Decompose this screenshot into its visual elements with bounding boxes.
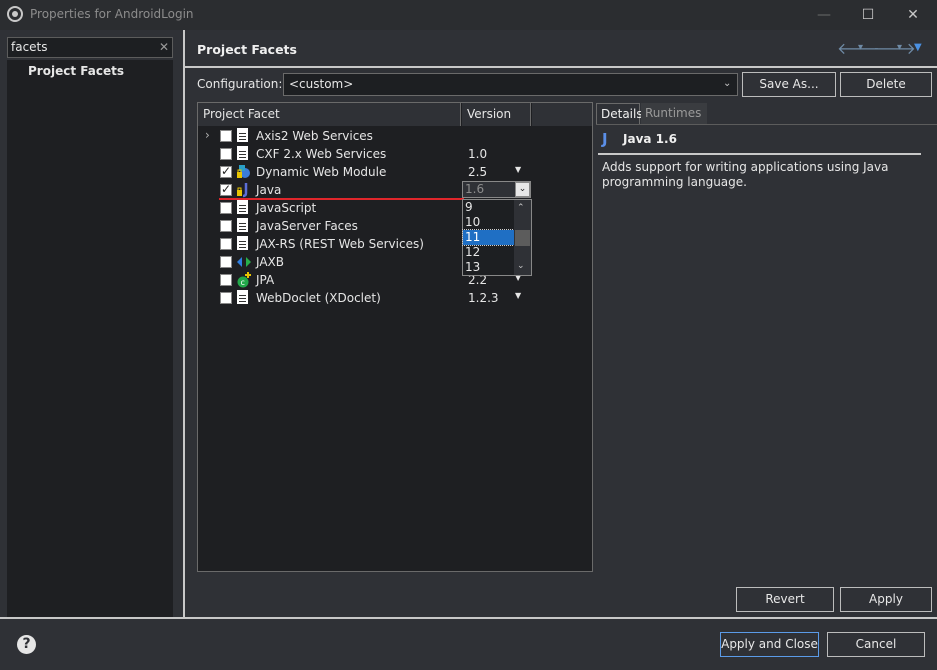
close-button[interactable]: ✕: [893, 3, 933, 27]
facet-checkbox[interactable]: [220, 164, 232, 178]
details-title: Java 1.6: [623, 132, 677, 146]
facet-version[interactable]: 2.5: [468, 165, 487, 179]
facet-name: WebDoclet (XDoclet): [256, 291, 381, 305]
facet-checkbox[interactable]: [220, 148, 232, 160]
page-title: Project Facets: [197, 42, 297, 57]
clear-filter-icon[interactable]: ✕: [159, 40, 169, 54]
cancel-button[interactable]: Cancel: [827, 632, 925, 657]
details-separator: [598, 153, 921, 155]
apply-button[interactable]: Apply: [840, 587, 932, 612]
scrollbar-thumb[interactable]: [515, 230, 530, 246]
web-module-icon: [236, 164, 250, 180]
help-icon[interactable]: ?: [17, 635, 36, 654]
tab-runtimes[interactable]: Runtimes: [641, 103, 707, 124]
facet-name: JAXB: [256, 255, 284, 269]
version-option[interactable]: 9: [463, 200, 514, 215]
scroll-up-icon[interactable]: ⌃: [517, 203, 525, 213]
table-row[interactable]: › Axis2 Web Services: [198, 127, 592, 145]
facet-checkbox[interactable]: [220, 202, 232, 214]
filter-input[interactable]: facets: [7, 37, 173, 58]
version-option[interactable]: 13: [463, 260, 514, 275]
facet-checkbox[interactable]: [220, 130, 232, 142]
document-icon: [237, 290, 248, 304]
facet-checkbox[interactable]: [220, 292, 232, 304]
document-icon: [237, 218, 248, 232]
pane-splitter[interactable]: [183, 30, 185, 618]
maximize-button[interactable]: ☐: [848, 3, 888, 27]
facet-name: JavaServer Faces: [256, 219, 358, 233]
version-dropdown-icon[interactable]: ▼: [515, 291, 521, 300]
facet-name: JavaScript: [256, 201, 317, 215]
facet-checkbox[interactable]: [220, 182, 232, 196]
bottom-divider: [0, 617, 937, 619]
table-row[interactable]: WebDoclet (XDoclet) 1.2.3 ▼: [198, 289, 592, 307]
svg-text:c: c: [241, 278, 245, 287]
configuration-label: Configuration:: [197, 77, 283, 91]
table-row[interactable]: JAX-RS (REST Web Services): [198, 235, 592, 253]
version-option-selected[interactable]: 11: [462, 229, 515, 246]
facet-version[interactable]: 1.0: [468, 147, 487, 161]
back-menu-icon[interactable]: ▾: [858, 42, 863, 53]
java-icon: J: [602, 130, 608, 148]
chevron-down-icon[interactable]: ⌄: [515, 182, 530, 197]
details-description: Adds support for writing applications us…: [602, 160, 889, 189]
apply-and-close-button[interactable]: Apply and Close: [720, 632, 819, 657]
document-icon: [237, 200, 248, 214]
app-icon: [7, 6, 23, 22]
facet-checkbox[interactable]: [220, 238, 232, 250]
table-row[interactable]: Dynamic Web Module 2.5 ▼: [198, 163, 592, 181]
version-option[interactable]: 10: [463, 215, 514, 230]
column-header-filler: [532, 103, 592, 126]
header-divider: [185, 66, 937, 68]
column-header-facet[interactable]: Project Facet: [198, 103, 461, 126]
version-option[interactable]: 12: [463, 245, 514, 260]
facet-checkbox[interactable]: [220, 220, 232, 232]
minimize-button[interactable]: —: [804, 3, 844, 27]
facet-name: CXF 2.x Web Services: [256, 147, 387, 161]
view-menu-icon[interactable]: ▼: [914, 42, 922, 53]
sidebar-item-project-facets[interactable]: Project Facets: [28, 64, 124, 78]
facet-name: JAX-RS (REST Web Services): [256, 237, 424, 251]
table-row[interactable]: JAXB: [198, 253, 592, 271]
tab-details[interactable]: Details: [596, 103, 643, 124]
tab-divider: [596, 124, 937, 125]
version-combo-value: 1.6: [465, 182, 485, 196]
navigation-tree: [7, 60, 173, 617]
chevron-down-icon[interactable]: ⌄: [723, 78, 731, 89]
facet-name: Axis2 Web Services: [256, 129, 373, 143]
facet-checkbox[interactable]: [220, 274, 232, 286]
delete-button[interactable]: Delete: [840, 72, 932, 97]
scroll-down-icon[interactable]: ⌄: [517, 261, 525, 271]
jpa-icon: c: [236, 272, 251, 288]
configuration-combo[interactable]: <custom>: [283, 73, 738, 96]
document-icon: [237, 236, 248, 250]
table-row[interactable]: c JPA 2.2 ▼: [198, 271, 592, 289]
table-row[interactable]: Java: [198, 181, 592, 199]
facet-name: Java: [256, 183, 282, 197]
document-icon: [237, 128, 248, 142]
version-dropdown-icon[interactable]: ▼: [515, 165, 521, 174]
table-row[interactable]: JavaScript: [198, 199, 592, 217]
validation-error-underline: [219, 198, 464, 200]
java-icon: [236, 182, 250, 198]
facet-checkbox[interactable]: [220, 256, 232, 268]
document-icon: [237, 146, 248, 160]
jaxb-icon: [236, 254, 251, 270]
save-as-button[interactable]: Save As...: [742, 72, 836, 97]
facet-name: JPA: [256, 273, 275, 287]
expand-icon[interactable]: ›: [205, 128, 210, 142]
revert-button[interactable]: Revert: [736, 587, 834, 612]
forward-menu-icon[interactable]: ▾: [897, 42, 902, 53]
facet-version[interactable]: 1.2.3: [468, 291, 499, 305]
table-row[interactable]: CXF 2.x Web Services 1.0: [198, 145, 592, 163]
facet-name: Dynamic Web Module: [256, 165, 387, 179]
window-title: Properties for AndroidLogin: [30, 7, 194, 21]
table-row[interactable]: JavaServer Faces: [198, 217, 592, 235]
forward-arrow-icon[interactable]: 🡒: [873, 38, 916, 58]
column-header-version[interactable]: Version: [462, 103, 531, 126]
